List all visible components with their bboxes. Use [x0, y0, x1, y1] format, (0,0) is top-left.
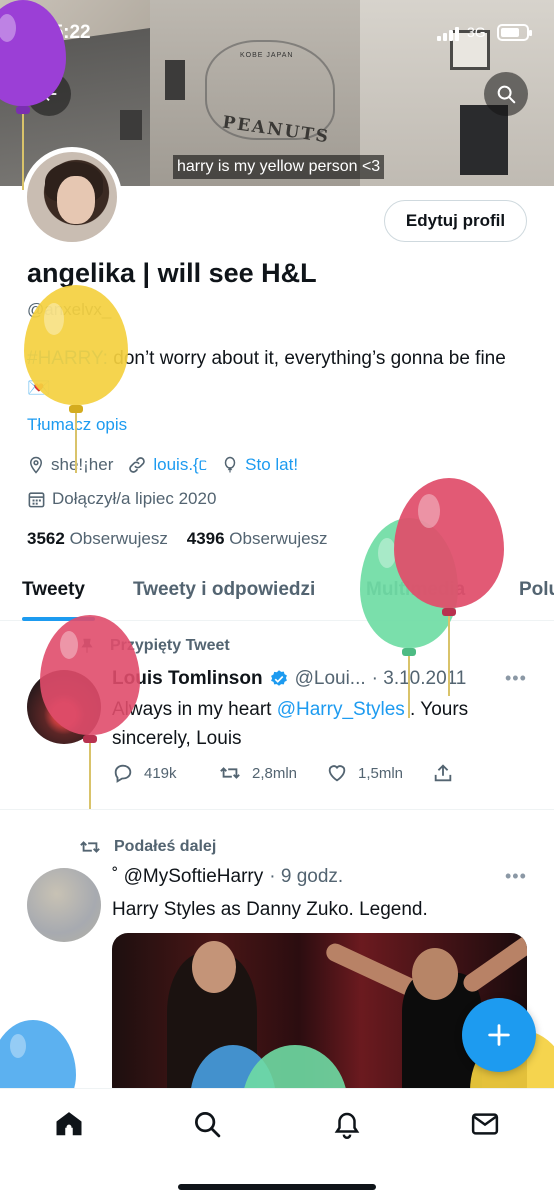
- tab-media[interactable]: Multimedia: [366, 579, 465, 601]
- status-bar: 15:22 3G: [0, 0, 554, 60]
- media-person-head: [192, 941, 236, 993]
- user-handle: @anxelvx_: [27, 300, 112, 319]
- banner-caption: harry is my yellow person <3: [173, 155, 385, 179]
- tweet-author-avatar[interactable]: [27, 670, 101, 744]
- verified-badge-icon: [270, 670, 287, 686]
- pronouns-item: she!¡her: [27, 455, 113, 475]
- retweet-count: 2,8mln: [252, 764, 298, 782]
- plus-icon: [488, 1024, 510, 1046]
- back-button[interactable]: [27, 72, 71, 116]
- reply-icon: [114, 764, 132, 783]
- share-icon: [434, 764, 452, 782]
- tweet-author-handle[interactable]: ˚ @MySoftieHarry: [112, 866, 263, 888]
- retweet-icon: [220, 767, 240, 779]
- reply-button[interactable]: 419k: [112, 762, 177, 784]
- following-stat[interactable]: 3562 Obserwujesz: [27, 529, 168, 548]
- following-label: Obserwujesz: [69, 529, 168, 548]
- tweet-header: ˚ @MySoftieHarry · 9 godz.: [112, 866, 343, 888]
- tweet-text-start: Always in my heart: [112, 699, 277, 720]
- birthday-text[interactable]: Sto lat!: [245, 455, 298, 475]
- profile-avatar[interactable]: [22, 147, 122, 247]
- retweeted-text: Podałeś dalej: [114, 838, 217, 855]
- followers-label: Obserwujesz: [229, 529, 328, 548]
- compose-tweet-button[interactable]: [462, 998, 536, 1072]
- profile-link[interactable]: louis.{ᥴ: [153, 455, 207, 475]
- tab-tweets-and-replies[interactable]: Tweety i odpowiedzi: [133, 579, 315, 601]
- heart-icon: [328, 765, 346, 782]
- tweet-text: Always in my heart @Harry_Styles . Yours…: [112, 695, 522, 753]
- tweet-actions: 419k 2,8mln 1,5mln: [112, 762, 512, 786]
- tab-tweets[interactable]: Tweety: [22, 579, 85, 601]
- joined-date: Dołączył/a lipiec 2020: [27, 489, 216, 509]
- pin-icon: [81, 638, 93, 653]
- mail-icon: [471, 1113, 499, 1135]
- status-time: 15:22: [42, 22, 91, 43]
- reply-count: 419k: [144, 764, 177, 782]
- edit-profile-button[interactable]: Edytuj profil: [384, 200, 527, 242]
- tweet-author-name[interactable]: Louis Tomlinson: [112, 668, 263, 690]
- location-pin-icon: [29, 456, 43, 474]
- retweet-icon: [80, 841, 100, 853]
- search-button[interactable]: [484, 72, 528, 116]
- media-person-head: [412, 948, 458, 1000]
- tweet-more-button[interactable]: •••: [505, 866, 527, 887]
- tweet-author-avatar[interactable]: [27, 868, 101, 942]
- nav-messages[interactable]: [468, 1107, 502, 1141]
- blue-balloon: [0, 1020, 80, 1120]
- birthday-item: Sto lat!: [221, 455, 298, 475]
- banner-window: [120, 110, 142, 140]
- avatar-face: [57, 176, 95, 224]
- pinned-label: Przypięty Tweet: [78, 636, 230, 656]
- retweeted-label: Podałeś dalej: [78, 836, 216, 858]
- tab-polubienia[interactable]: Polu: [519, 579, 554, 601]
- following-count: 3562: [27, 529, 65, 548]
- search-icon: [497, 85, 516, 104]
- joined-text: Dołączył/a lipiec 2020: [52, 489, 217, 508]
- bottom-navigation: [0, 1088, 554, 1200]
- profile-meta: she!¡her louis.{ᥴ Sto lat!: [27, 455, 298, 475]
- nav-search[interactable]: [190, 1107, 224, 1141]
- nav-notifications[interactable]: [330, 1107, 364, 1141]
- home-icon: [56, 1112, 82, 1136]
- network-type: 3G: [467, 24, 486, 40]
- link-item[interactable]: louis.{ᥴ: [127, 455, 207, 475]
- search-icon: [195, 1112, 221, 1138]
- calendar-icon: [28, 491, 45, 507]
- bell-icon: [334, 1112, 360, 1139]
- follow-stats: 3562 Obserwujesz 4396 Obserwujesz: [27, 529, 328, 549]
- tweet-header: Louis Tomlinson @Loui... · 3.10.2011: [112, 668, 466, 690]
- banner-window: [165, 60, 185, 100]
- home-indicator: [178, 1184, 376, 1190]
- tweet-mention[interactable]: @Harry_Styles: [277, 699, 405, 720]
- like-count: 1,5mln: [358, 764, 404, 782]
- pronouns-text: she!¡her: [51, 455, 114, 474]
- pinned-text: Przypięty Tweet: [110, 637, 230, 654]
- tweet-date[interactable]: · 3.10.2011: [372, 668, 467, 690]
- share-button[interactable]: [432, 762, 454, 784]
- profile-bio: #HARRY: don’t worry about it, everything…: [27, 344, 517, 404]
- tweet-date[interactable]: · 9 godz.: [269, 866, 343, 888]
- followers-stat[interactable]: 4396 Obserwujesz: [187, 529, 328, 548]
- profile-tabs: Tweety Tweety i odpowiedzi Multimedia Po…: [0, 565, 554, 621]
- media-arm: [459, 933, 527, 996]
- like-button[interactable]: 1,5mln: [326, 762, 403, 784]
- tweet-author-handle[interactable]: @Loui...: [295, 668, 366, 690]
- tweet-more-button[interactable]: •••: [505, 668, 527, 689]
- active-tab-indicator: [22, 617, 95, 621]
- link-icon: [129, 457, 146, 473]
- display-name: angelika | will see H&L: [27, 258, 317, 288]
- tweet-divider: [0, 809, 554, 810]
- signal-icon: [437, 27, 459, 41]
- battery-icon: [497, 24, 532, 41]
- balloon-icon: [224, 456, 236, 473]
- translate-bio-link[interactable]: Tłumacz opis: [27, 415, 127, 435]
- bio-hashtag[interactable]: #HARRY:: [27, 348, 108, 369]
- arrow-left-icon: [41, 86, 57, 102]
- followers-count: 4396: [186, 529, 225, 548]
- nav-home[interactable]: [52, 1107, 86, 1141]
- tweet-text: Harry Styles as Danny Zuko. Legend.: [112, 899, 428, 920]
- retweet-button[interactable]: 2,8mln: [218, 762, 297, 784]
